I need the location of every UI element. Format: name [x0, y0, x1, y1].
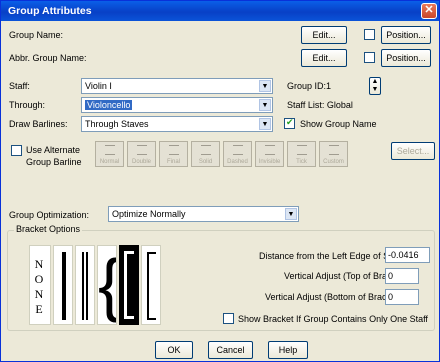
draw-barlines-label: Draw Barlines:: [9, 119, 68, 129]
edit-abbr-name-button[interactable]: Edit...: [301, 49, 347, 67]
close-button[interactable]: ✕: [421, 3, 437, 19]
vertical-bottom-label: Vertical Adjust (Bottom of Bracket):: [265, 292, 405, 302]
bracket-style-picker: NONE {: [29, 245, 161, 325]
thin-bar-icon: [86, 252, 88, 320]
barline-style-final[interactable]: Final: [159, 141, 188, 167]
barline-style-label: Final: [166, 159, 180, 165]
group-barline-label: Group Barline: [26, 157, 82, 167]
barline-style-dashed[interactable]: Dashed: [223, 141, 252, 167]
chevron-down-icon[interactable]: ▼: [259, 118, 271, 130]
position-checkbox-2[interactable]: [364, 52, 375, 63]
optimization-value: Optimize Normally: [112, 209, 186, 219]
vertical-bottom-input[interactable]: 0: [385, 289, 419, 305]
ok-button[interactable]: OK: [155, 341, 193, 359]
distance-label: Distance from the Left Edge of Staff:: [259, 251, 404, 261]
barline-icon: [297, 145, 307, 155]
position-abbr-name-button[interactable]: Position...: [381, 49, 431, 67]
chevron-down-icon[interactable]: ▼: [259, 80, 271, 92]
bracket-thin-square-option[interactable]: [141, 245, 161, 325]
through-label: Through:: [9, 100, 46, 110]
barline-icon: [137, 145, 147, 155]
group-id-spinner[interactable]: ▲ ▼: [369, 77, 381, 95]
bracket-options-label: Bracket Options: [14, 224, 83, 234]
group-id-value: 1: [326, 81, 332, 91]
group-name-label: Group Name:: [9, 30, 64, 40]
barline-style-label: Invisible: [258, 159, 281, 165]
show-bracket-checkbox[interactable]: [223, 313, 234, 324]
barline-style-label: Solid: [198, 159, 213, 165]
through-value: Violoncello: [85, 100, 133, 110]
draw-barlines-combo[interactable]: Through Staves ▼: [81, 116, 273, 132]
staff-list-label: Staff List: Global: [287, 100, 353, 110]
staff-label: Staff:: [9, 81, 30, 91]
edit-group-name-button[interactable]: Edit...: [301, 26, 347, 44]
select-button[interactable]: Select...: [391, 142, 435, 160]
cancel-button[interactable]: Cancel: [208, 341, 253, 359]
help-button[interactable]: Help: [268, 341, 308, 359]
staff-combo[interactable]: Violin I ▼: [81, 78, 273, 94]
barline-icon: [201, 145, 211, 155]
barline-style-label: Custom: [323, 159, 344, 165]
group-attributes-dialog: Group Attributes ✕ Group Name: Edit... P…: [0, 0, 440, 362]
position-group-name-button[interactable]: Position...: [381, 26, 431, 44]
show-group-name-label: Show Group Name: [300, 119, 377, 129]
chevron-down-icon[interactable]: ▼: [285, 208, 297, 220]
thin-bar-icon: [82, 252, 84, 320]
barline-style-normal[interactable]: Normal: [95, 141, 124, 167]
group-optimization-label: Group Optimization:: [9, 210, 90, 220]
square-bracket-icon: [147, 252, 156, 320]
vertical-top-input[interactable]: 0: [385, 268, 419, 284]
bracket-thick-option[interactable]: [53, 245, 73, 325]
bracket-square-selected-option[interactable]: [119, 245, 139, 325]
barline-style-solid[interactable]: Solid: [191, 141, 220, 167]
barline-style-invisible[interactable]: Invisible: [255, 141, 284, 167]
barline-style-tick[interactable]: Tick: [287, 141, 316, 167]
barline-icon: [265, 145, 275, 155]
through-combo[interactable]: Violoncello ▼: [81, 97, 273, 113]
barline-style-label: Tick: [296, 159, 307, 165]
position-checkbox-1[interactable]: [364, 29, 375, 40]
draw-barlines-value: Through Staves: [85, 119, 149, 129]
bracket-none-option[interactable]: NONE: [29, 245, 51, 325]
barline-icon: [233, 145, 243, 155]
barline-style-custom[interactable]: Custom: [319, 141, 348, 167]
use-alternate-checkbox[interactable]: [11, 145, 22, 156]
barline-style-label: Normal: [99, 159, 120, 165]
abbr-group-name-label: Abbr. Group Name:: [9, 53, 87, 63]
staff-value: Violin I: [85, 81, 112, 91]
barline-style-double[interactable]: Double: [127, 141, 156, 167]
thick-bar-icon: [62, 252, 66, 320]
square-bracket-icon: [124, 251, 134, 319]
barline-style-label: Double: [131, 159, 151, 165]
barline-style-label: Dashed: [227, 159, 248, 165]
group-id-label: Group ID:: [287, 81, 327, 91]
barline-icon: [329, 145, 339, 155]
bracket-thin-option[interactable]: [75, 245, 95, 325]
bracket-brace-option[interactable]: {: [97, 245, 117, 325]
barline-icon: [169, 145, 179, 155]
show-bracket-label: Show Bracket If Group Contains Only One …: [238, 314, 428, 324]
distance-input[interactable]: -0.0416: [385, 247, 430, 263]
chevron-down-icon[interactable]: ▼: [259, 99, 271, 111]
dialog-title: Group Attributes: [8, 5, 92, 17]
show-group-name-checkbox[interactable]: [284, 117, 295, 129]
use-alternate-label: Use Alternate: [26, 145, 81, 155]
title-bar: Group Attributes ✕: [1, 1, 439, 21]
optimization-combo[interactable]: Optimize Normally ▼: [108, 206, 299, 222]
barline-icon: [105, 145, 115, 155]
